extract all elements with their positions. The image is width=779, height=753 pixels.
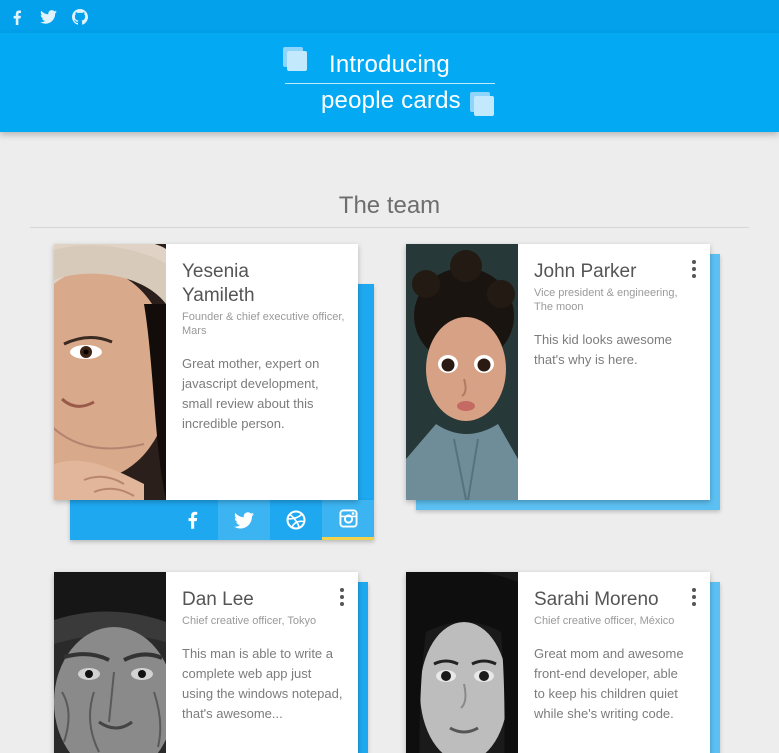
twitter-icon[interactable] xyxy=(218,500,270,540)
card-body: John Parker Vice president & engineering… xyxy=(534,244,698,370)
instagram-icon[interactable] xyxy=(322,500,374,540)
person-role: Founder & chief executive officer, Mars xyxy=(182,311,345,337)
page-header: Introducing people cards xyxy=(0,33,779,132)
facebook-icon[interactable] xyxy=(166,500,218,540)
person-role: Chief creative officer, Tokyo xyxy=(182,615,317,627)
person-photo xyxy=(406,244,518,500)
person-photo xyxy=(54,572,166,753)
person-name: Dan Lee xyxy=(182,589,254,610)
more-options-icon[interactable] xyxy=(690,588,698,606)
card-social-bar xyxy=(70,500,374,540)
twitter-icon[interactable] xyxy=(39,8,57,26)
person-description: Great mom and awesome front-end develope… xyxy=(534,646,684,721)
top-social-bar xyxy=(0,0,779,33)
person-photo xyxy=(406,572,518,753)
section-divider xyxy=(30,227,749,228)
header-title-line2: people cards xyxy=(321,87,461,114)
person-role: Chief creative officer, México xyxy=(534,615,675,627)
person-description: This kid looks awesome that's why is her… xyxy=(534,332,672,367)
person-name: Yesenia Yamileth xyxy=(182,261,255,306)
person-card[interactable]: Dan Lee Chief creative officer, Tokyo Th… xyxy=(54,572,358,753)
card-accent-back xyxy=(358,582,368,753)
more-options-icon[interactable] xyxy=(690,260,698,278)
card-accent-back xyxy=(710,582,720,753)
header-divider xyxy=(285,83,495,84)
person-description: Great mother, expert on javascript devel… xyxy=(182,356,320,431)
facebook-icon[interactable] xyxy=(8,8,26,26)
person-name: John Parker xyxy=(534,261,637,282)
person-role: Vice president & engineering, The moon xyxy=(534,287,678,313)
person-card[interactable]: Sarahi Moreno Chief creative officer, Mé… xyxy=(406,572,710,753)
logo-square-icon xyxy=(283,47,307,71)
more-options-icon[interactable] xyxy=(338,588,346,606)
card-body: Sarahi Moreno Chief creative officer, Mé… xyxy=(534,572,698,724)
dribbble-icon[interactable] xyxy=(270,500,322,540)
card-body: Dan Lee Chief creative officer, Tokyo Th… xyxy=(182,572,346,724)
header-title-line1: Introducing xyxy=(329,51,450,78)
person-name: Sarahi Moreno xyxy=(534,589,659,610)
person-description: This man is able to write a complete web… xyxy=(182,646,343,721)
card-body: Yesenia Yamileth Founder & chief executi… xyxy=(182,244,346,434)
person-card[interactable]: John Parker Vice president & engineering… xyxy=(406,244,710,500)
person-card[interactable]: Yesenia Yamileth Founder & chief executi… xyxy=(54,244,358,500)
logo-square-icon xyxy=(470,92,494,116)
person-photo xyxy=(54,244,166,500)
github-icon[interactable] xyxy=(71,8,89,26)
section-title: The team xyxy=(338,192,441,219)
